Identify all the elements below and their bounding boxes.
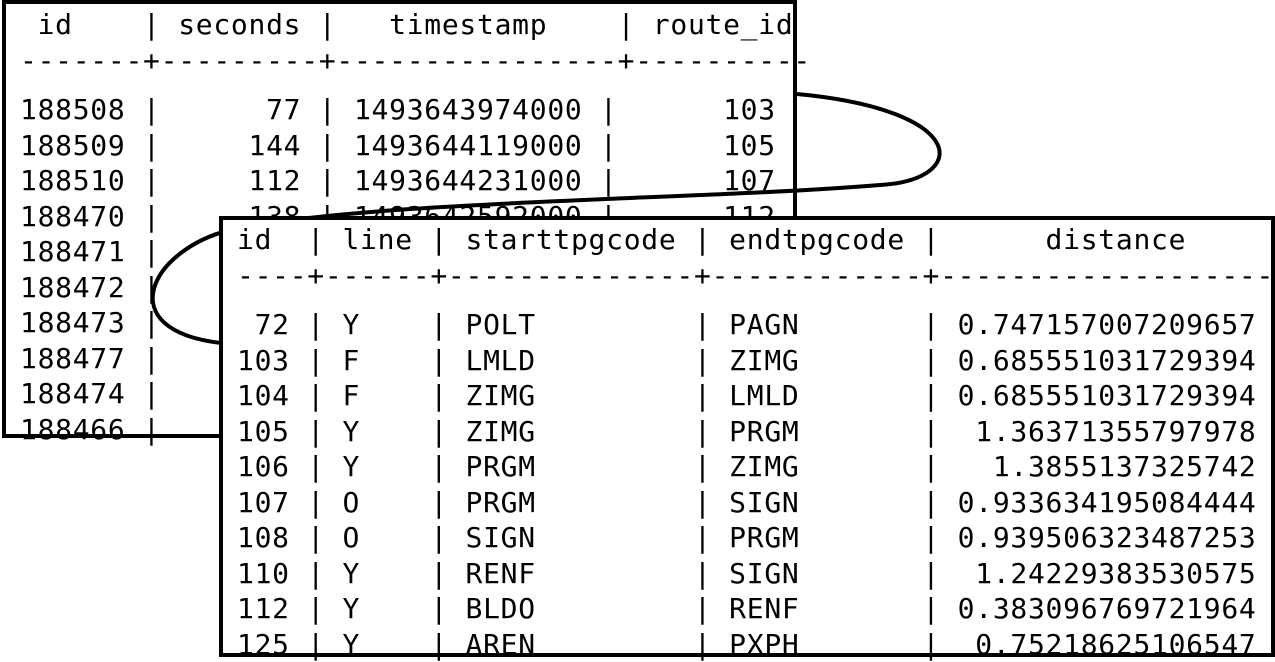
lines-table-panel: id | line | starttpgcode | endtpgcode | … [219,216,1275,657]
table-row: 105 | Y | ZIMG | PRGM | 1.36371355797978 [237,414,1271,450]
lines-table: id | line | starttpgcode | endtpgcode | … [223,220,1271,662]
table-row: 103 | F | LMLD | ZIMG | 0.68555103172939… [237,343,1271,379]
table-row: 110 | Y | RENF | SIGN | 1.24229383530575 [237,556,1271,592]
table-row: 188509 | 144 | 1493644119000 | 105 [20,128,793,164]
table-row: 188508 | 77 | 1493643974000 | 103 [20,92,793,128]
table-row: 104 | F | ZIMG | LMLD | 0.68555103172939… [237,378,1271,414]
table-row: 106 | Y | PRGM | ZIMG | 1.3855137325742 [237,449,1271,485]
table-header: id | seconds | timestamp | route_id [20,7,793,43]
table-row: 188510 | 112 | 1493644231000 | 107 [20,163,793,199]
table-separator: -------+---------+----------------+-----… [20,43,793,79]
table-separator: ----+------+--------------+------------+… [237,258,1271,294]
table-row: 107 | O | PRGM | SIGN | 0.93363419508444… [237,485,1271,521]
table-row: 108 | O | SIGN | PRGM | 0.93950632348725… [237,520,1271,556]
table-header: id | line | starttpgcode | endtpgcode | … [237,222,1271,258]
table-row: 72 | Y | POLT | PAGN | 0.747157007209657 [237,307,1271,343]
table-row: 112 | Y | BLDO | RENF | 0.38309676972196… [237,591,1271,627]
